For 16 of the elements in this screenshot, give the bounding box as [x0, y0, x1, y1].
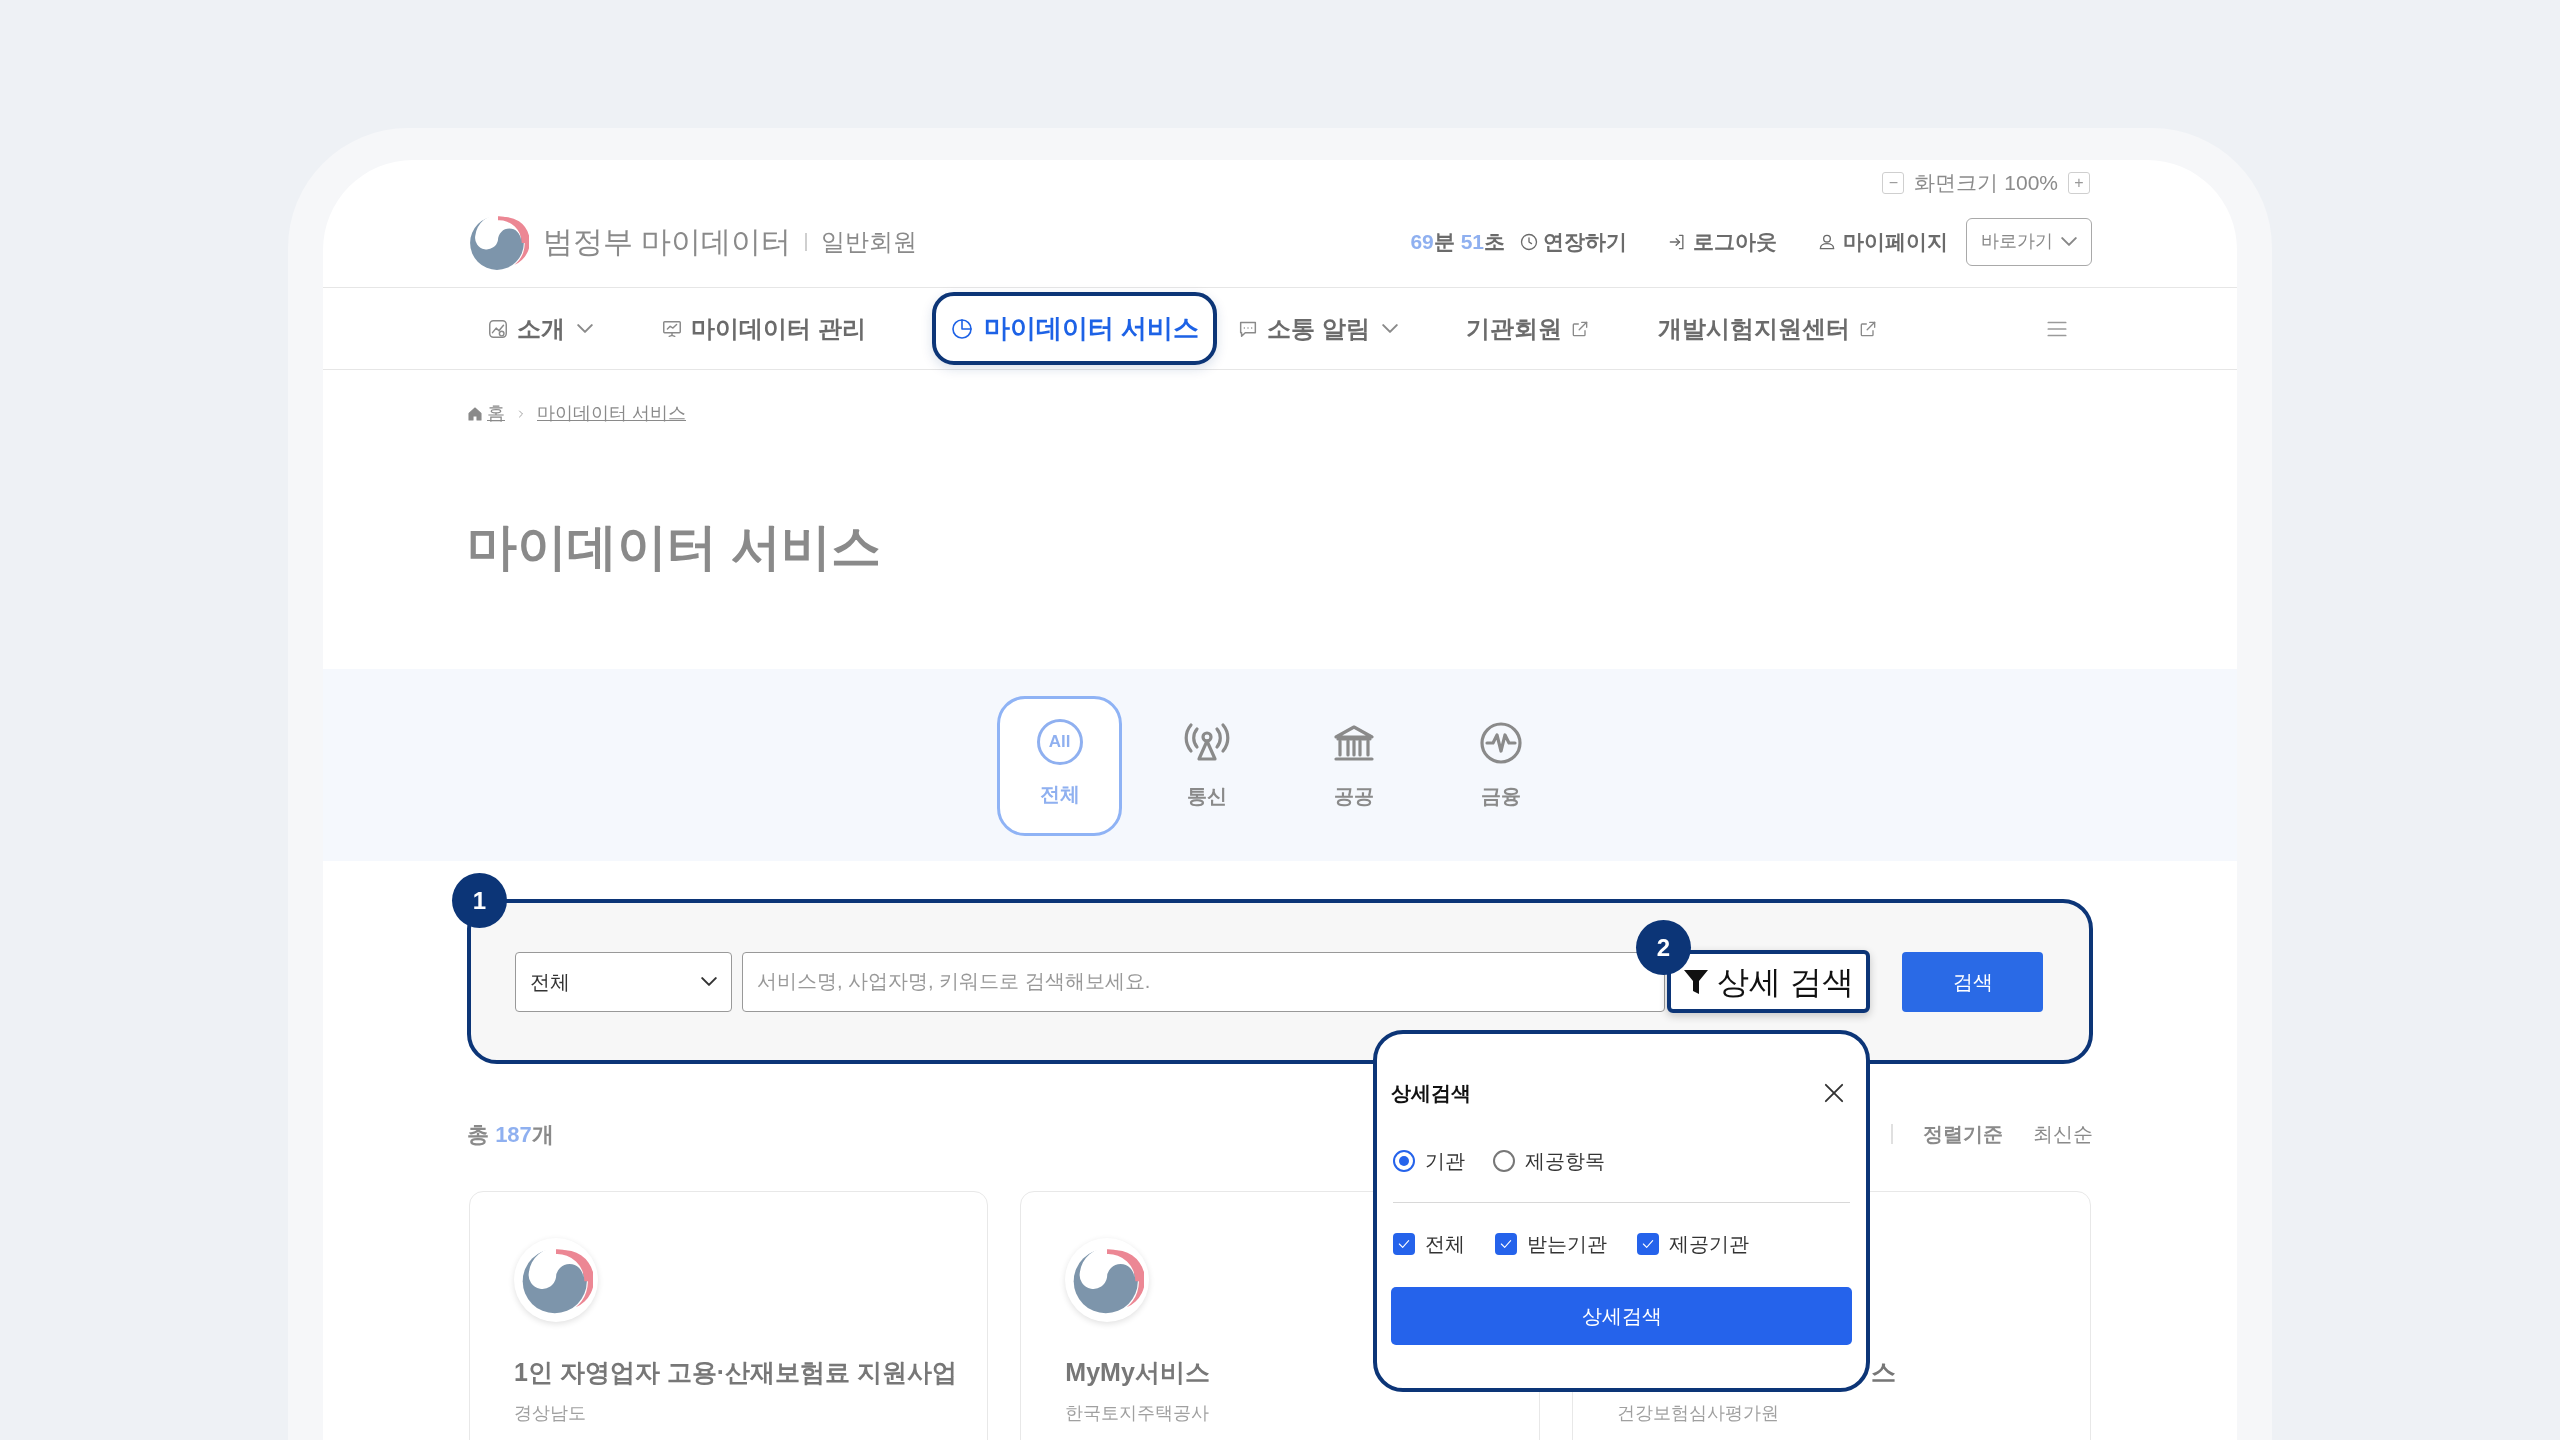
- card-provider: 경상남도: [514, 1401, 587, 1425]
- card-title: 스: [1869, 1357, 1897, 1388]
- site-name: 범정부 마이데이터: [543, 224, 792, 260]
- popup-title: 상세검색: [1391, 1081, 1471, 1106]
- card-provider: 한국토지주택공사: [1065, 1401, 1211, 1425]
- step-marker: 1: [452, 873, 507, 928]
- session-timer: 69분 51초: [1410, 228, 1505, 255]
- page-title: 마이데이터 서비스: [466, 518, 882, 577]
- card-title: MyMy서비스: [1065, 1357, 1211, 1388]
- sort-label: 정렬기준: [1923, 1122, 2003, 1147]
- all-icon: All: [1036, 719, 1083, 765]
- total-count: 총 187개: [467, 1120, 554, 1149]
- member-type: 일반회원: [821, 226, 918, 257]
- card-provider: 건강보험심사평가원: [1616, 1401, 1780, 1425]
- zoom-level-text: 화면크기 100%: [1914, 170, 2058, 197]
- card-title: 1인 자영업자 고용·산재보험료 지원사업: [514, 1357, 959, 1388]
